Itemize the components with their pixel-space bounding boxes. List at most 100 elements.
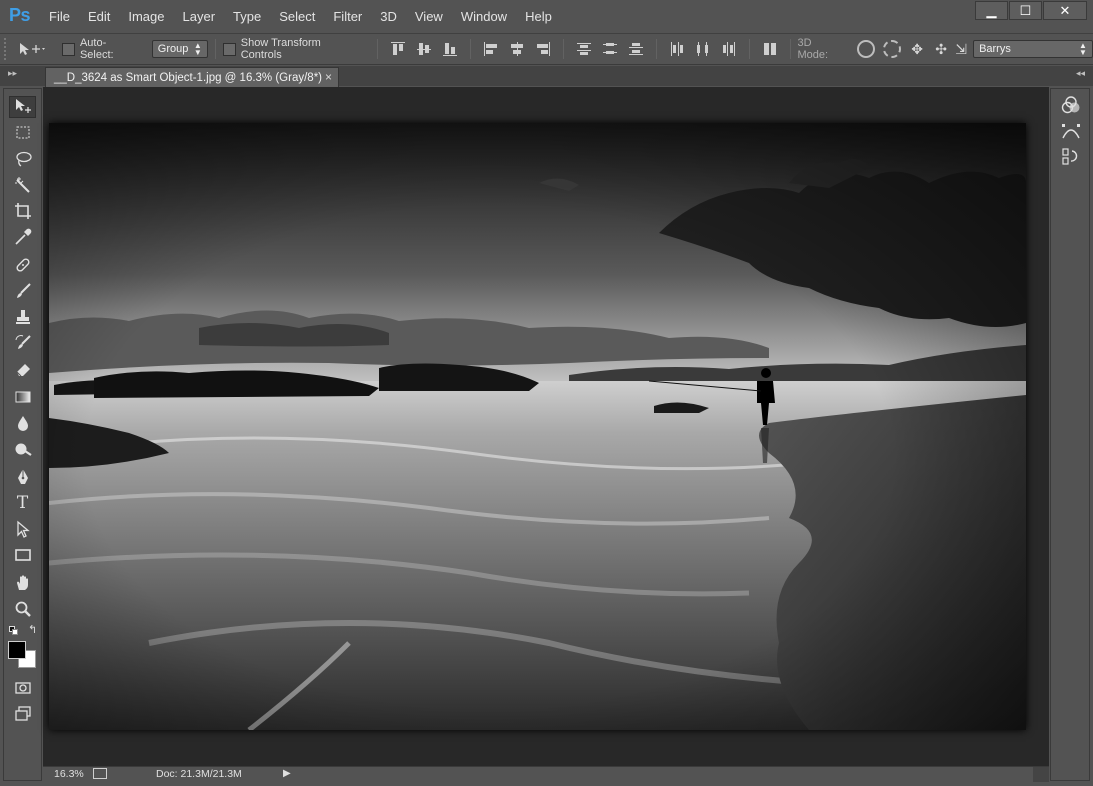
align-top-edges-icon[interactable] bbox=[390, 42, 405, 56]
menu-view[interactable]: View bbox=[406, 0, 452, 33]
hand-tool[interactable] bbox=[9, 572, 36, 594]
pen-icon bbox=[17, 469, 28, 484]
history-brush-tool[interactable] bbox=[9, 332, 36, 354]
distribute-bottom-edges-icon[interactable] bbox=[628, 42, 643, 56]
workspace-value: Barrys bbox=[979, 43, 1011, 55]
menu-bar: Ps File Edit Image Layer Type Select Fil… bbox=[0, 0, 1093, 33]
blur-tool[interactable] bbox=[9, 412, 36, 434]
auto-select-target-dropdown[interactable]: Group ▲ ▼ bbox=[151, 40, 208, 58]
clone-stamp-tool[interactable] bbox=[9, 306, 36, 328]
3d-scale-icon[interactable]: ⇲ bbox=[953, 38, 969, 60]
history-panel-icon[interactable] bbox=[1061, 147, 1081, 167]
rectangle-tool[interactable] bbox=[9, 544, 36, 566]
magnifier-icon bbox=[15, 601, 31, 617]
gradient-tool[interactable] bbox=[9, 386, 36, 408]
move-tool-preset-picker[interactable] bbox=[12, 38, 52, 60]
align-bottom-edges-icon[interactable] bbox=[442, 42, 457, 56]
menu-edit[interactable]: Edit bbox=[79, 0, 119, 33]
align-vertical-centers-icon[interactable] bbox=[416, 42, 431, 56]
type-tool[interactable]: T bbox=[9, 492, 36, 514]
close-button[interactable]: ✕ bbox=[1043, 1, 1087, 20]
right-panel-dock bbox=[1050, 88, 1090, 781]
distribute-right-edges-icon[interactable] bbox=[722, 42, 736, 56]
document-size-info: Doc: 21.3M/21.3M bbox=[156, 768, 242, 780]
eraser-tool[interactable] bbox=[9, 358, 36, 380]
divider bbox=[655, 39, 657, 59]
distribute-top-edges-icon[interactable] bbox=[576, 42, 591, 56]
paths-panel-icon[interactable] bbox=[1061, 122, 1081, 142]
divider bbox=[376, 39, 378, 59]
photoshop-logo[interactable]: Ps bbox=[9, 5, 31, 26]
default-colors-icon[interactable] bbox=[9, 626, 19, 636]
3d-rotate-icon[interactable] bbox=[857, 40, 876, 58]
eyedropper-tool[interactable] bbox=[9, 226, 36, 248]
marquee-tool[interactable] bbox=[9, 122, 36, 144]
stamp-icon bbox=[15, 310, 30, 324]
brush-tool[interactable] bbox=[9, 280, 36, 302]
3d-slide-icon[interactable]: ✣ bbox=[929, 38, 953, 60]
menu-help[interactable]: Help bbox=[516, 0, 561, 33]
3d-pan-icon[interactable]: ✥ bbox=[905, 38, 929, 60]
export-icon[interactable] bbox=[93, 768, 107, 779]
magic-wand-tool[interactable] bbox=[9, 174, 36, 196]
tab-close-icon[interactable]: × bbox=[325, 70, 332, 84]
color-panel-icon[interactable] bbox=[1061, 95, 1081, 115]
align-left-edges-icon[interactable] bbox=[483, 42, 498, 56]
menu-window[interactable]: Window bbox=[452, 0, 516, 33]
pen-tool[interactable] bbox=[9, 466, 36, 488]
divider bbox=[789, 39, 791, 59]
spinner-icon: ▲ ▼ bbox=[1079, 41, 1087, 57]
show-transform-checkbox[interactable] bbox=[222, 42, 236, 56]
auto-align-layers-icon[interactable] bbox=[763, 42, 777, 56]
zoom-tool[interactable] bbox=[9, 598, 36, 620]
distribute-vertical-centers-icon[interactable] bbox=[602, 42, 617, 56]
brush-icon bbox=[16, 283, 31, 298]
screen-mode-tool[interactable] bbox=[9, 703, 36, 725]
crop-tool[interactable] bbox=[9, 200, 36, 222]
3d-mode-label: 3D Mode: bbox=[797, 37, 829, 61]
document-image[interactable] bbox=[49, 123, 1026, 730]
scrollbar-corner bbox=[1033, 767, 1049, 782]
collapse-right-icon[interactable]: ◂◂ bbox=[1076, 68, 1085, 79]
auto-select-checkbox[interactable] bbox=[61, 42, 75, 56]
menu-layer[interactable]: Layer bbox=[174, 0, 225, 33]
show-transform-label: Show Transform Controls bbox=[240, 37, 321, 61]
menu-file[interactable]: File bbox=[40, 0, 79, 33]
rectangular-marquee-icon bbox=[16, 126, 29, 139]
bandage-icon bbox=[15, 258, 30, 272]
workspace-dropdown[interactable]: Barrys ▲ ▼ bbox=[973, 40, 1093, 58]
menu-filter[interactable]: Filter bbox=[324, 0, 371, 33]
eyedropper-icon bbox=[14, 228, 31, 245]
auto-select-toggle[interactable]: Auto-Select: bbox=[61, 37, 140, 61]
document-tab[interactable]: __D_3624 as Smart Object-1.jpg @ 16.3% (… bbox=[45, 67, 339, 87]
collapse-left-icon[interactable]: ▸▸ bbox=[8, 68, 17, 79]
status-menu-arrow-icon[interactable]: ▶ bbox=[283, 768, 291, 779]
menu-image[interactable]: Image bbox=[119, 0, 173, 33]
lasso-tool[interactable] bbox=[9, 148, 36, 170]
menu-type[interactable]: Type bbox=[224, 0, 270, 33]
distribute-left-edges-icon[interactable] bbox=[670, 42, 684, 56]
3d-roll-icon[interactable] bbox=[883, 40, 902, 58]
align-horizontal-centers-icon[interactable] bbox=[510, 42, 524, 56]
path-selection-tool[interactable] bbox=[9, 518, 36, 540]
options-bar-grip[interactable] bbox=[4, 38, 12, 60]
maximize-button[interactable]: ☐ bbox=[1009, 1, 1042, 20]
dodge-tool[interactable] bbox=[9, 438, 36, 460]
move-tool[interactable] bbox=[9, 96, 36, 118]
foreground-color-swatch[interactable] bbox=[8, 641, 26, 659]
align-right-edges-icon[interactable] bbox=[536, 42, 550, 56]
status-bar: 16.3% Doc: 21.3M/21.3M ▶ bbox=[43, 766, 1049, 782]
distribute-horizontal-centers-icon[interactable] bbox=[696, 42, 710, 56]
canvas-area[interactable] bbox=[43, 87, 1049, 766]
minimize-button[interactable]: ▁ bbox=[975, 1, 1008, 20]
menu-select[interactable]: Select bbox=[270, 0, 324, 33]
show-transform-toggle[interactable]: Show Transform Controls bbox=[222, 37, 365, 61]
menu-3d[interactable]: 3D bbox=[371, 0, 406, 33]
healing-brush-tool[interactable] bbox=[9, 254, 36, 276]
spinner-icon: ▲ ▼ bbox=[193, 41, 202, 57]
swap-colors-icon[interactable]: ↰ bbox=[28, 623, 37, 636]
beach-fisherman-photo bbox=[49, 123, 1026, 730]
quick-mask-tool[interactable] bbox=[9, 677, 36, 699]
divider bbox=[214, 39, 216, 59]
zoom-level[interactable]: 16.3% bbox=[54, 768, 84, 780]
